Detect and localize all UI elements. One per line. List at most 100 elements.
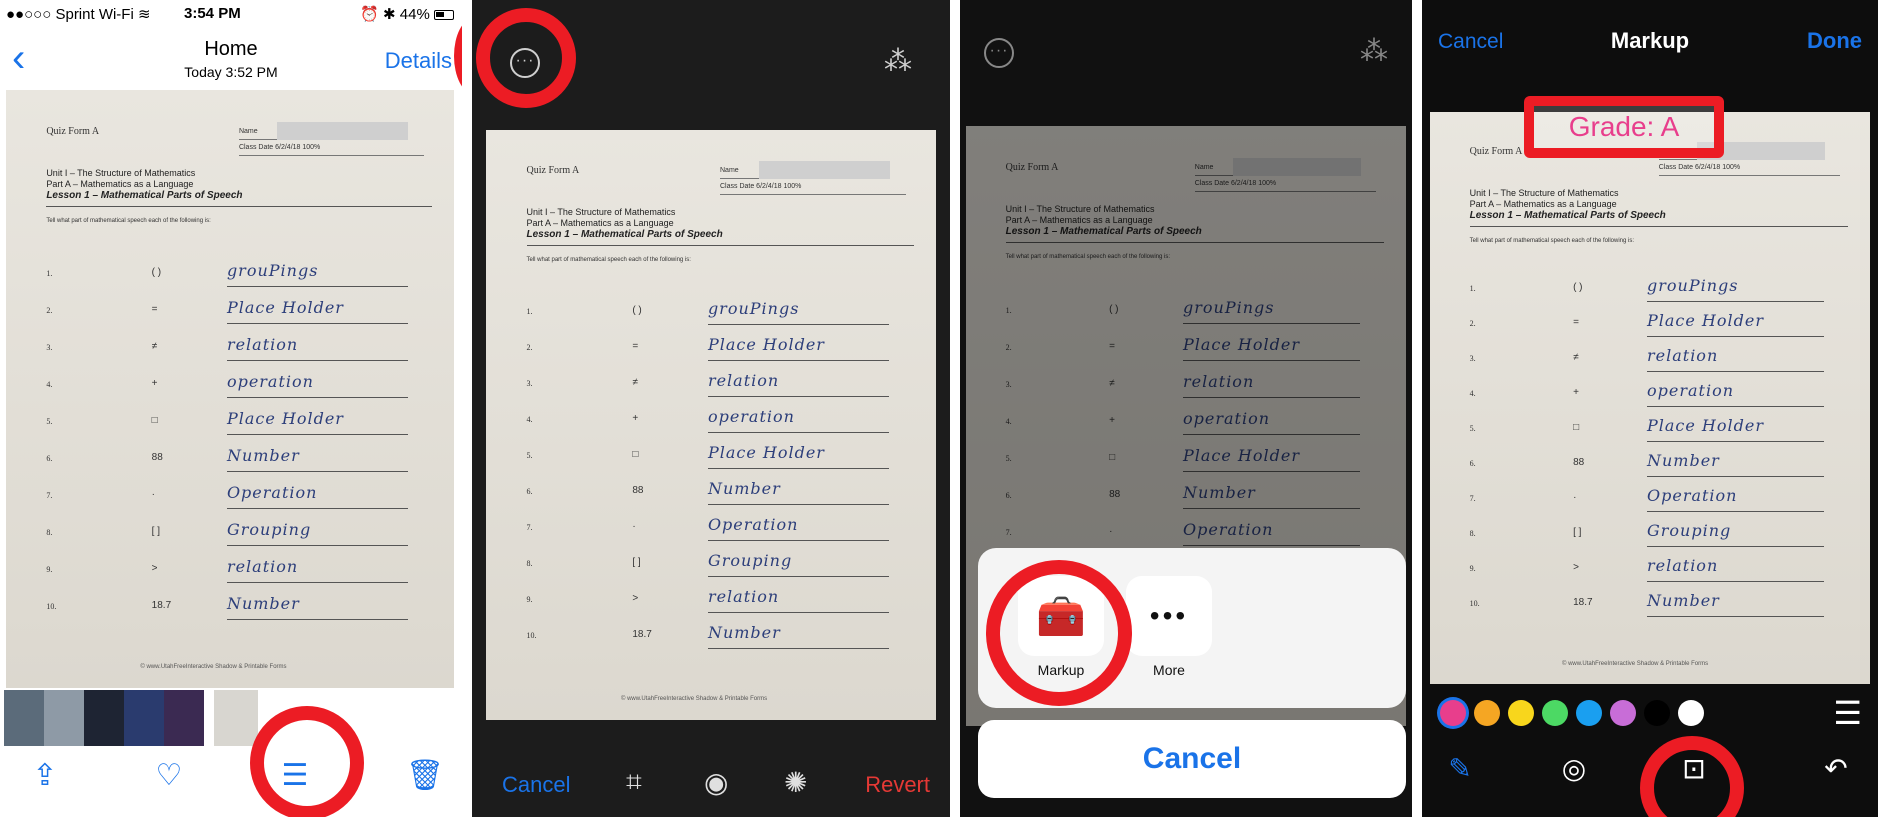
thumbnail[interactable] (44, 690, 84, 746)
done-button[interactable]: Done (1807, 28, 1862, 54)
magic-wand-icon[interactable]: ⁂ (884, 44, 912, 77)
handwritten-answer: grouPings (226, 261, 408, 288)
handwritten-answer: Number (1646, 451, 1825, 478)
markup-panel: Cancel Markup Done Quiz Form A Name Class … (1422, 0, 1878, 817)
handwritten-answer: Grouping (707, 551, 890, 578)
trash-icon[interactable]: 🗑 (400, 758, 450, 793)
row-symbol: ( ) (632, 305, 642, 317)
row-number: 3. (1469, 354, 1476, 364)
thumbnail-strip[interactable] (0, 690, 462, 746)
details-button[interactable]: Details (385, 48, 452, 74)
battery-icon (434, 10, 454, 21)
color-swatch[interactable] (1576, 700, 1602, 726)
crop-icon[interactable]: ⌗ (626, 766, 642, 799)
heart-icon[interactable]: ♡ (144, 758, 194, 793)
row-symbol: ( ) (1109, 304, 1119, 315)
thumbnail[interactable] (84, 690, 124, 746)
handwritten-answer: Place Holder (1646, 416, 1825, 443)
lesson-title: Lesson 1 – Mathematical Parts of Speech (1005, 226, 1202, 237)
unit-block: Unit I – The Structure of Mathematics Par… (46, 168, 242, 201)
worksheet-photo: Quiz Form A Name Class Date 6/2/4/18 100% U… (486, 130, 936, 720)
row-number: 4. (526, 415, 533, 425)
row-symbol: + (1573, 387, 1579, 399)
row-symbol: 88 (151, 452, 163, 464)
pen-icon[interactable]: ✎ (1438, 752, 1482, 785)
quiz-label: Quiz Form A (1469, 146, 1523, 158)
class-label: Class (1658, 164, 1679, 172)
text-annotation[interactable]: Grade: A (1524, 96, 1724, 158)
handwritten-answer: Operation (1182, 520, 1361, 546)
more-extension[interactable]: ••• More (1126, 576, 1212, 678)
color-swatch[interactable] (1542, 700, 1568, 726)
color-swatch[interactable] (1610, 700, 1636, 726)
thumbnail[interactable] (4, 690, 44, 746)
row-symbol: □ (151, 415, 158, 427)
row-number: 1. (526, 307, 533, 317)
color-swatch[interactable] (1474, 700, 1500, 726)
instructions: Tell what part of mathematical speech ea… (1469, 238, 1635, 245)
photos-detail-panel: ●●○○○ Sprint Wi-Fi ≋ 3:54 PM ⏰ ✱ 44% ‹ H… (0, 0, 462, 817)
answer-row: 3. ≠ relation (46, 331, 422, 368)
adjust-dial-icon[interactable]: ✺ (784, 766, 807, 799)
edit-bottom-bar: Cancel ⌗ ◉ ✺ Revert (472, 720, 950, 817)
color-swatch[interactable] (1440, 700, 1466, 726)
answer-row: 2. = Place Holder (527, 331, 905, 367)
answer-row: 1. ( ) grouPings (46, 257, 422, 294)
part-title: Part A – Mathematics as a Language (1469, 199, 1617, 210)
quiz-label: Quiz Form A (1005, 162, 1059, 173)
date-label: Date 6/2/4/18 (1214, 180, 1259, 187)
cancel-button[interactable]: Cancel (502, 772, 570, 798)
row-number: 1. (46, 269, 53, 279)
date-label: Date 6/2/4/18 (258, 143, 303, 151)
thumbnail-selected[interactable] (214, 690, 258, 746)
color-swatch[interactable] (1508, 700, 1534, 726)
handwritten-answer: relation (1646, 346, 1825, 373)
sliders-icon[interactable]: ☰ (270, 758, 320, 793)
answer-row: 2. = Place Holder (46, 294, 422, 331)
revert-button[interactable]: Revert (865, 772, 930, 798)
thumbnail[interactable] (124, 690, 164, 746)
undo-icon[interactable]: ↶ (1814, 752, 1858, 785)
answer-row: 5. □ Place Holder (46, 405, 422, 442)
answer-row: 7. · Operation (527, 511, 905, 547)
share-icon[interactable]: ⇪ (20, 758, 70, 793)
text-box-icon[interactable]: ⊡ (1672, 752, 1716, 785)
row-number: 5. (46, 417, 53, 427)
toolbox-icon[interactable]: 🧰 (1018, 576, 1104, 656)
handwritten-answer: relation (1646, 556, 1825, 583)
row-number: 10. (46, 602, 57, 612)
row-symbol: 18.7 (151, 600, 172, 612)
thumbnail[interactable] (164, 690, 204, 746)
answer-row: 9. > relation (1470, 552, 1840, 587)
answer-row: 3. ≠ relation (527, 367, 905, 403)
row-symbol: = (1109, 341, 1115, 352)
magnifier-icon[interactable]: ◎ (1552, 752, 1596, 785)
quiz-label: Quiz Form A (46, 125, 100, 137)
row-symbol: + (632, 413, 639, 425)
markup-extension[interactable]: 🧰 Markup (1018, 576, 1104, 678)
color-swatch[interactable] (1644, 700, 1670, 726)
row-number: 9. (526, 595, 533, 605)
row-number: 2. (1005, 343, 1012, 352)
filters-icon[interactable]: ◉ (704, 766, 728, 799)
row-symbol: = (632, 341, 639, 353)
answer-row: 7. · Operation (1470, 482, 1840, 517)
more-circle-icon[interactable]: ··· (510, 48, 540, 78)
answer-row: 5. □ Place Holder (1006, 442, 1376, 479)
row-number: 5. (1469, 424, 1476, 434)
cancel-button[interactable]: Cancel (978, 720, 1406, 798)
class-field: Class Date 6/2/4/18 100% (720, 183, 906, 196)
more-dots-icon[interactable]: ••• (1126, 576, 1212, 656)
handwritten-answer: Grouping (1646, 521, 1825, 548)
row-number: 7. (1005, 528, 1012, 537)
unit-block: Unit I – The Structure of Mathematics Par… (1470, 188, 1666, 221)
row-symbol: > (1573, 562, 1579, 574)
answer-list: 1. ( ) grouPings 2. = Place Holder 3. ≠ relation… (1470, 272, 1840, 622)
row-symbol: ( ) (1573, 282, 1583, 294)
menu-lines-icon[interactable]: ☰ (1833, 694, 1862, 732)
row-symbol: [ ] (632, 557, 641, 569)
date-label: Date 6/2/4/18 (1678, 164, 1723, 172)
answer-row: 10. 18.7 Number (46, 590, 422, 627)
color-swatch[interactable] (1678, 700, 1704, 726)
row-symbol: · (1573, 492, 1577, 504)
